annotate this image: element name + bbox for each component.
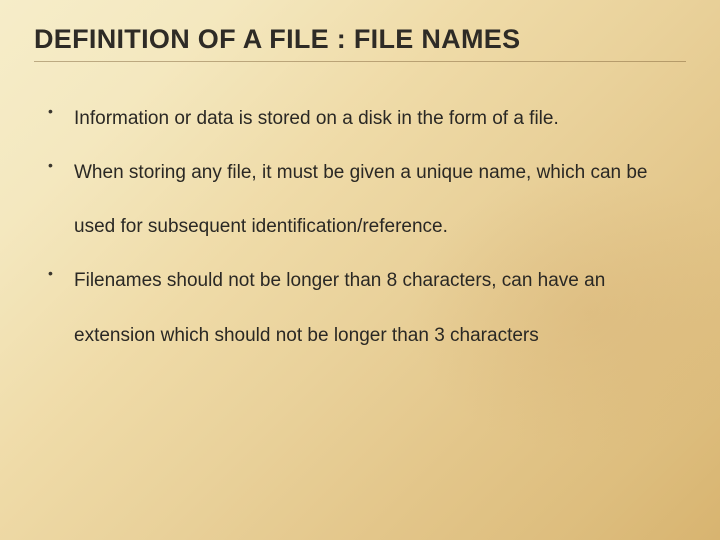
list-item: When storing any file, it must be given … <box>40 146 686 254</box>
list-item: Information or data is stored on a disk … <box>40 92 686 146</box>
slide: DEFINITION OF A FILE : FILE NAMES Inform… <box>0 0 720 540</box>
list-item: Filenames should not be longer than 8 ch… <box>40 254 686 362</box>
bullet-list: Information or data is stored on a disk … <box>34 92 686 363</box>
slide-title: DEFINITION OF A FILE : FILE NAMES <box>34 24 686 62</box>
